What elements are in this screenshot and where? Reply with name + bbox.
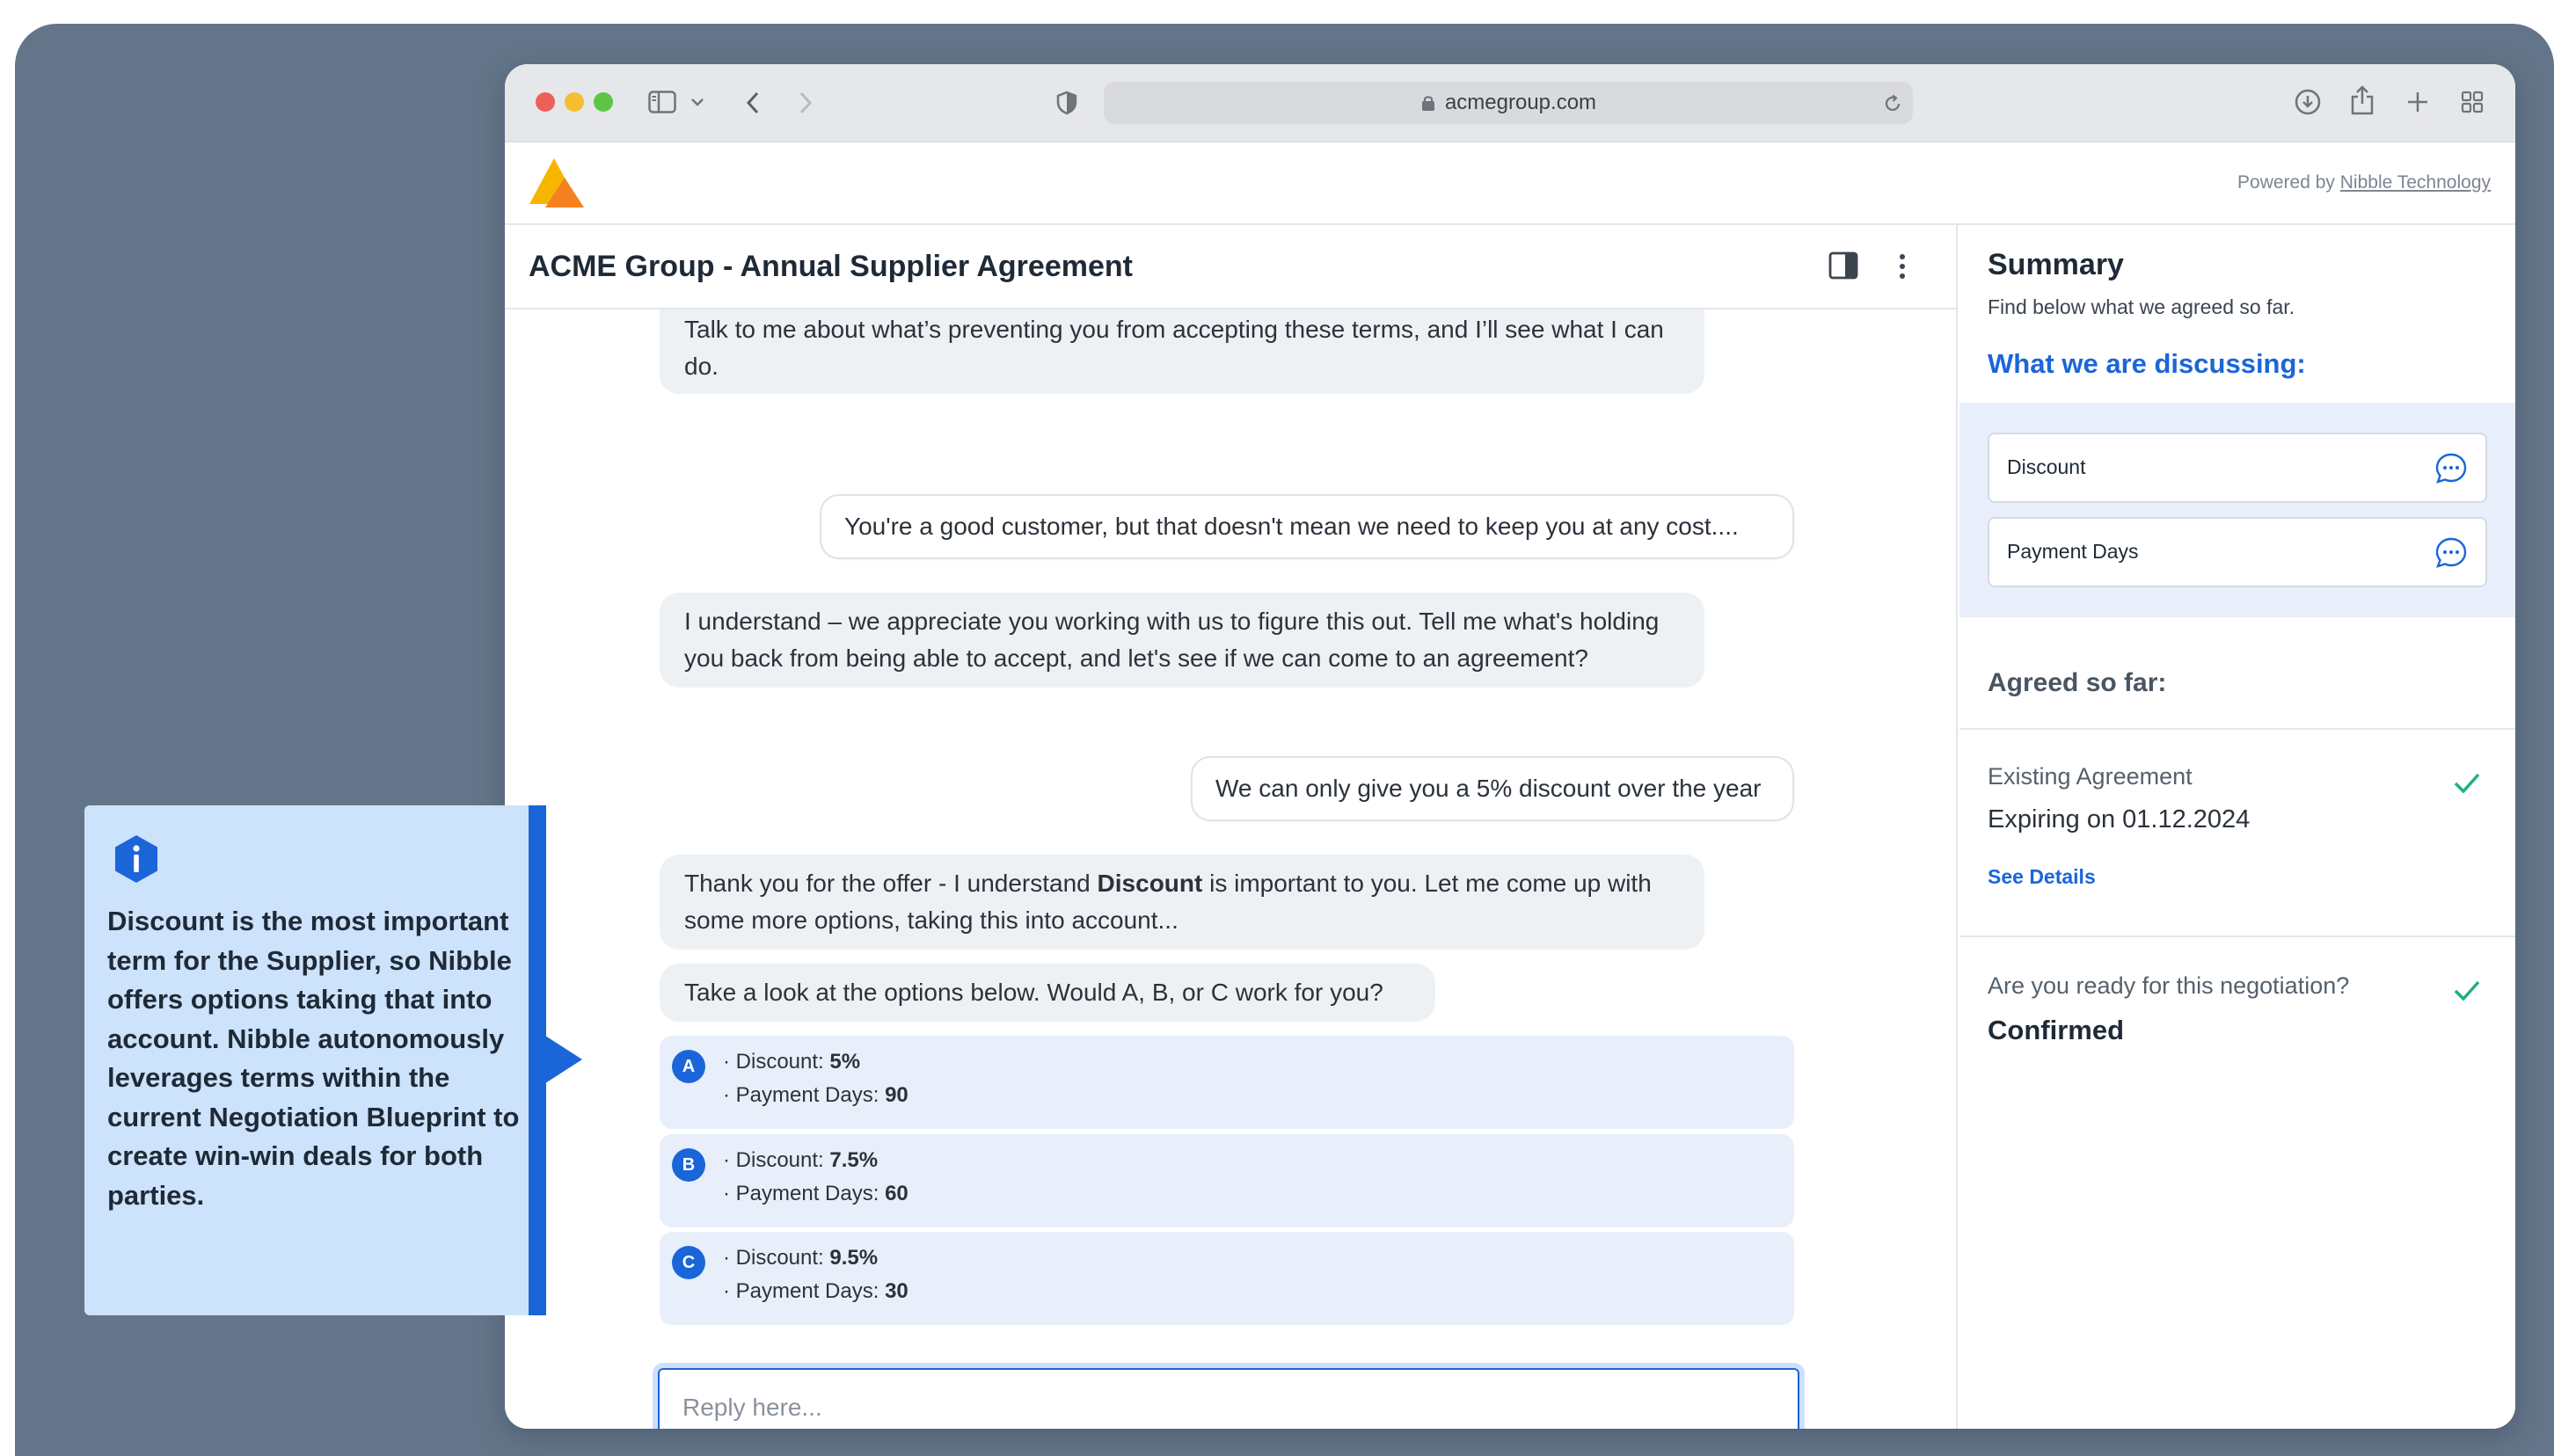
bot-message: I understand – we appreciate you working… [660,593,1704,688]
browser-toolbar: acmegroup.com [505,64,2515,142]
summary-panel: Summary Find below what we agreed so far… [1959,225,2515,1429]
reply-input[interactable] [658,1368,1799,1429]
existing-agreement-value: Expiring on 01.12.2024 [1988,805,2251,834]
chat-bubble-icon[interactable] [2434,536,2468,570]
summary-subtitle: Find below what we agreed so far. [1988,295,2295,318]
page-title: ACME Group - Annual Supplier Agreement [529,250,1133,283]
download-icon[interactable] [2293,87,2323,117]
option-discount: · Discount: 9.5% [723,1246,878,1270]
discount-label: · Discount: [723,1148,830,1172]
payment-days-value: 60 [885,1182,908,1205]
divider [1959,728,2515,730]
option-a[interactable]: A · Discount: 5% · Payment Days: 90 [660,1036,1794,1129]
divider [1959,935,2515,937]
reload-icon[interactable] [1883,94,1902,113]
back-icon[interactable] [742,89,763,117]
option-badge: A [672,1050,705,1083]
payment-days-value: 30 [885,1279,908,1303]
sidebar-icon[interactable] [647,89,677,115]
discussing-title: What we are discussing: [1988,348,2306,379]
chevron-down-icon[interactable] [690,94,705,110]
existing-agreement-label: Existing Agreement [1988,763,2193,790]
share-icon[interactable] [2349,84,2375,117]
summary-title: Summary [1988,248,2124,281]
bot-message: Thank you for the offer - I understand D… [660,855,1704,950]
discount-label: · Discount: [723,1050,830,1074]
discussing-item-payment-days[interactable]: Payment Days [1988,517,2487,587]
payment-days-label: · Payment Days: [723,1083,886,1107]
lock-icon [1421,96,1434,111]
discussing-item-discount[interactable]: Discount [1988,433,2487,503]
powered-by: Powered by Nibble Technology [2237,172,2491,193]
forward-icon[interactable] [795,89,816,117]
split-view-icon[interactable] [1828,251,1858,280]
discount-label: · Discount: [723,1246,830,1270]
callout-text: Discount is the most important term for … [107,906,520,1211]
info-callout: Discount is the most important term for … [84,805,546,1315]
discussing-item-label: Discount [2007,455,2086,478]
maximize-window-button[interactable] [594,92,613,112]
check-icon [2454,773,2480,794]
option-payment-days: · Payment Days: 30 [723,1279,908,1304]
user-message: We can only give you a 5% discount over … [1191,756,1794,821]
option-badge: B [672,1148,705,1182]
ready-label: Are you ready for this negotiation? [1988,972,2350,999]
bot-message-bold: Discount [1097,870,1203,897]
ready-value: Confirmed [1988,1015,2124,1045]
more-vertical-icon[interactable] [1898,253,1907,280]
nibble-technology-link[interactable]: Nibble Technology [2340,172,2491,193]
new-tab-icon[interactable] [2404,89,2431,115]
agreed-title: Agreed so far: [1988,668,2167,697]
callout-accent-bar [529,805,546,1315]
payment-days-label: · Payment Days: [723,1279,886,1303]
browser-window: acmegroup.com Powered by Nibble Technolo… [505,64,2515,1429]
callout-pointer [545,1036,582,1083]
option-payment-days: · Payment Days: 60 [723,1182,908,1206]
bot-message: Take a look at the options below. Would … [660,964,1435,1022]
tabs-overview-icon[interactable] [2459,89,2485,115]
user-message: You're a good customer, but that doesn't… [820,494,1794,559]
url-text: acmegroup.com [1444,91,1597,114]
powered-by-prefix: Powered by [2237,172,2335,193]
discussing-list: Discount Payment Days [1959,403,2515,617]
discount-value: 5% [829,1050,861,1074]
see-details-link[interactable]: See Details [1988,865,2096,889]
check-icon [2454,980,2480,1001]
option-payment-days: · Payment Days: 90 [723,1083,908,1108]
reply-input-wrapper [653,1363,1805,1429]
option-discount: · Discount: 7.5% [723,1148,878,1173]
bot-message-text: Thank you for the offer - I understand [684,870,1098,897]
discount-value: 7.5% [829,1148,879,1172]
option-b[interactable]: B · Discount: 7.5% · Payment Days: 60 [660,1134,1794,1227]
info-icon [115,835,157,883]
chat-panel: ACME Group - Annual Supplier Agreement T… [505,225,1958,1429]
minimize-window-button[interactable] [565,92,584,112]
option-badge: C [672,1246,705,1279]
payment-days-label: · Payment Days: [723,1182,886,1205]
close-window-button[interactable] [536,92,555,112]
chat-header: ACME Group - Annual Supplier Agreement [505,225,1956,309]
discount-value: 9.5% [829,1246,879,1270]
chat-bubble-icon[interactable] [2434,452,2468,485]
address-bar[interactable]: acmegroup.com [1104,82,1913,124]
discussing-item-label: Payment Days [2007,540,2139,563]
option-discount: · Discount: 5% [723,1050,860,1074]
shield-icon[interactable] [1054,89,1080,117]
acme-logo [529,158,584,207]
payment-days-value: 90 [885,1083,908,1107]
option-c[interactable]: C · Discount: 9.5% · Payment Days: 30 [660,1232,1794,1325]
app-header: Powered by Nibble Technology [505,142,2515,225]
